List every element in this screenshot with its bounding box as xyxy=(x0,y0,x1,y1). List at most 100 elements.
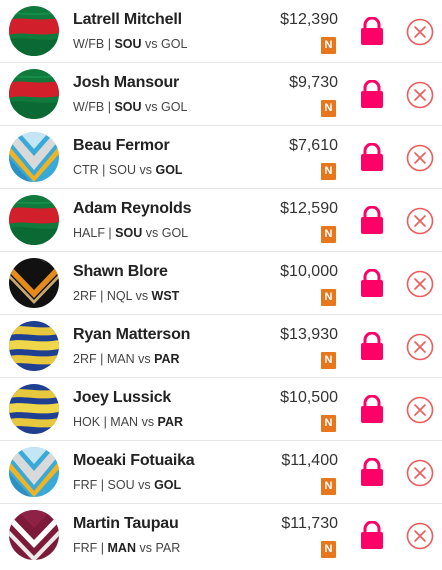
player-price: $13,930 xyxy=(280,326,338,343)
player-row[interactable]: Adam Reynolds HALF | SOU vs GOL $12,590 … xyxy=(0,189,442,252)
player-meta: HALF | SOU vs GOL xyxy=(73,226,189,240)
lock-icon[interactable] xyxy=(360,331,384,360)
versus-label: vs xyxy=(145,100,158,114)
player-team: MAN xyxy=(106,352,135,366)
status-badge: N xyxy=(321,289,336,306)
status-badge: N xyxy=(321,478,336,495)
team-jersey-icon xyxy=(9,132,59,182)
team-jersey-icon xyxy=(9,510,59,560)
player-meta: 2RF | NQL vs WST xyxy=(73,289,180,303)
player-row[interactable]: Martin Taupau FRF | MAN vs PAR $11,730 N xyxy=(0,504,442,567)
team-jersey-icon xyxy=(9,6,59,56)
player-row[interactable]: Joey Lussick HOK | MAN vs PAR $10,500 N xyxy=(0,378,442,441)
remove-player-button[interactable] xyxy=(406,459,434,487)
player-name: Beau Fermor xyxy=(73,137,170,154)
player-row[interactable]: Ryan Matterson 2RF | MAN vs PAR $13,930 … xyxy=(0,315,442,378)
player-name: Josh Mansour xyxy=(73,74,180,91)
lock-icon[interactable] xyxy=(360,394,384,423)
player-team: SOU xyxy=(107,478,135,492)
versus-label: vs xyxy=(145,37,158,51)
player-team: SOU xyxy=(114,100,142,114)
player-team: NQL xyxy=(106,289,133,303)
team-jersey-icon xyxy=(9,321,59,371)
opponent-team: GOL xyxy=(155,163,183,177)
status-badge: N xyxy=(321,163,336,180)
remove-player-button[interactable] xyxy=(406,81,434,109)
player-meta: HOK | MAN vs PAR xyxy=(73,415,184,429)
player-name: Adam Reynolds xyxy=(73,200,192,217)
remove-player-button[interactable] xyxy=(406,522,434,550)
remove-player-button[interactable] xyxy=(406,207,434,235)
lock-icon[interactable] xyxy=(360,457,384,486)
lock-icon[interactable] xyxy=(360,205,384,234)
player-price: $12,590 xyxy=(280,200,338,217)
team-jersey-icon xyxy=(9,195,59,245)
team-jersey-icon xyxy=(9,69,59,119)
player-position: 2RF xyxy=(73,352,97,366)
player-meta: CTR | SOU vs GOL xyxy=(73,163,183,177)
status-badge: N xyxy=(321,37,336,54)
status-badge: N xyxy=(321,100,336,117)
player-row[interactable]: Beau Fermor CTR | SOU vs GOL $7,610 N xyxy=(0,126,442,189)
versus-label: vs xyxy=(138,352,151,366)
status-badge: N xyxy=(321,226,336,243)
versus-label: vs xyxy=(138,478,151,492)
selected-players-list: Latrell Mitchell W/FB | SOU vs GOL $12,3… xyxy=(0,0,442,567)
player-name: Shawn Blore xyxy=(73,263,168,280)
player-position: CTR xyxy=(73,163,99,177)
versus-label: vs xyxy=(141,415,155,429)
player-team: MAN xyxy=(110,415,139,429)
opponent-team: PAR xyxy=(155,541,181,555)
player-meta: 2RF | MAN vs PAR xyxy=(73,352,180,366)
versus-label: vs xyxy=(145,226,159,240)
opponent-team: GOL xyxy=(161,37,188,51)
player-team: SOU xyxy=(114,37,142,51)
player-team: MAN xyxy=(107,541,136,555)
player-position: W/FB xyxy=(73,100,105,114)
remove-player-button[interactable] xyxy=(406,18,434,46)
player-price: $9,730 xyxy=(289,74,338,91)
player-position: HOK xyxy=(73,415,101,429)
opponent-team: GOL xyxy=(161,226,189,240)
remove-player-button[interactable] xyxy=(406,270,434,298)
lock-icon[interactable] xyxy=(360,520,384,549)
versus-label: vs xyxy=(139,163,152,177)
player-position: FRF xyxy=(73,541,98,555)
player-name: Joey Lussick xyxy=(73,389,172,406)
player-row[interactable]: Shawn Blore 2RF | NQL vs WST $10,000 N xyxy=(0,252,442,315)
player-price: $12,390 xyxy=(280,11,338,28)
player-row[interactable]: Moeaki Fotuaika FRF | SOU vs GOL $11,400… xyxy=(0,441,442,504)
player-position: W/FB xyxy=(73,37,105,51)
status-badge: N xyxy=(321,352,336,369)
player-row[interactable]: Josh Mansour W/FB | SOU vs GOL $9,730 N xyxy=(0,63,442,126)
opponent-team: PAR xyxy=(154,352,180,366)
opponent-team: GOL xyxy=(161,100,188,114)
status-badge: N xyxy=(321,415,336,432)
lock-icon[interactable] xyxy=(360,142,384,171)
lock-icon[interactable] xyxy=(360,16,384,45)
team-jersey-icon xyxy=(9,258,59,308)
lock-icon[interactable] xyxy=(360,79,384,108)
player-team: SOU xyxy=(115,226,143,240)
opponent-team: PAR xyxy=(157,415,184,429)
player-price: $10,000 xyxy=(280,263,338,280)
player-price: $10,500 xyxy=(280,389,338,406)
remove-player-button[interactable] xyxy=(406,333,434,361)
player-name: Latrell Mitchell xyxy=(73,11,182,28)
status-badge: N xyxy=(321,541,336,558)
player-team: SOU xyxy=(108,163,136,177)
remove-player-button[interactable] xyxy=(406,396,434,424)
team-jersey-icon xyxy=(9,384,59,434)
player-row[interactable]: Latrell Mitchell W/FB | SOU vs GOL $12,3… xyxy=(0,0,442,63)
player-meta: FRF | MAN vs PAR xyxy=(73,541,181,555)
player-meta: FRF | SOU vs GOL xyxy=(73,478,182,492)
versus-label: vs xyxy=(135,289,149,303)
player-meta: W/FB | SOU vs GOL xyxy=(73,100,188,114)
lock-icon[interactable] xyxy=(360,268,384,297)
opponent-team: GOL xyxy=(154,478,182,492)
player-price: $11,730 xyxy=(281,515,338,532)
remove-player-button[interactable] xyxy=(406,144,434,172)
player-name: Ryan Matterson xyxy=(73,326,191,343)
player-name: Martin Taupau xyxy=(73,515,179,532)
player-position: FRF xyxy=(73,478,98,492)
